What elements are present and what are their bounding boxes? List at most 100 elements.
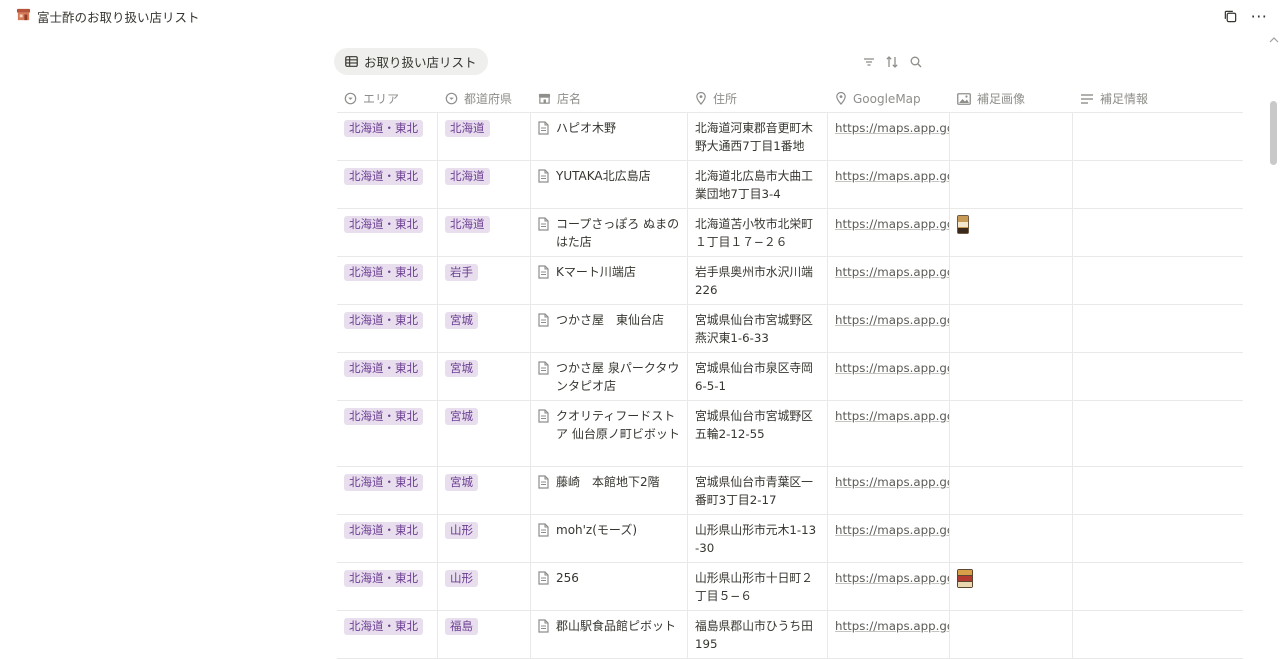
area-cell[interactable]: 北海道・東北 [337,305,438,352]
more-button[interactable]: ··· [1248,5,1270,27]
address-cell[interactable]: 宮城県仙台市宮城野区燕沢東1-6-33 [688,305,828,352]
store-name-cell[interactable]: 郡山駅食品館ピボット [531,611,688,658]
area-cell[interactable]: 北海道・東北 [337,401,438,466]
store-name[interactable]: moh'z(モーズ) [556,522,637,540]
googlemap-cell[interactable]: https://maps.app.goo.gl [828,161,950,208]
googlemap-link[interactable]: https://maps.app.goo.gl [835,312,949,330]
store-name[interactable]: 256 [556,570,579,588]
store-name-cell[interactable]: つかさ屋 東仙台店 [531,305,688,352]
header-image[interactable]: 補足画像 [950,84,1073,113]
googlemap-cell[interactable]: https://maps.app.goo.gl [828,467,950,514]
store-name-cell[interactable]: Kマート川端店 [531,257,688,304]
store-name[interactable]: YUTAKA北広島店 [556,168,651,186]
store-name-cell[interactable]: YUTAKA北広島店 [531,161,688,208]
info-cell[interactable] [1073,305,1243,352]
supplement-image-thumbnail[interactable] [957,569,973,588]
address-cell[interactable]: 北海道苫小牧市北栄町１丁目１７−２６ [688,209,828,256]
googlemap-link[interactable]: https://maps.app.goo.gl [835,618,949,636]
store-name[interactable]: Kマート川端店 [556,264,636,282]
address-cell[interactable]: 宮城県仙台市泉区寺岡6-5-1 [688,353,828,400]
googlemap-link[interactable]: https://maps.app.goo.gl [835,264,949,282]
googlemap-link[interactable]: https://maps.app.goo.gl [835,408,949,426]
store-name-cell[interactable]: moh'z(モーズ) [531,515,688,562]
googlemap-link[interactable]: https://maps.app.goo.gl [835,570,949,588]
address-cell[interactable]: 山形県山形市十日町２丁目５−６ [688,563,828,610]
prefecture-cell[interactable]: 宮城 [438,467,531,514]
supplement-image-thumbnail[interactable] [957,215,969,234]
prefecture-cell[interactable]: 山形 [438,515,531,562]
googlemap-link[interactable]: https://maps.app.goo.gl [835,522,949,540]
image-cell[interactable] [950,353,1073,400]
prefecture-cell[interactable]: 宮城 [438,353,531,400]
prefecture-cell[interactable]: 北海道 [438,113,531,160]
googlemap-cell[interactable]: https://maps.app.goo.gl [828,209,950,256]
table-row[interactable]: 北海道・東北 北海道 コープさっぽろ ぬまのはた店 北海道苫小牧市北栄町１丁目１７−２… [337,209,1243,257]
store-name-cell[interactable]: つかさ屋 泉パークタウンタピオ店 [531,353,688,400]
prefecture-cell[interactable]: 北海道 [438,209,531,256]
info-cell[interactable] [1073,563,1243,610]
image-cell[interactable] [950,305,1073,352]
table-row[interactable]: 北海道・東北 北海道 YUTAKA北広島店 北海道北広島市大曲工業団地7丁目3-4 ht… [337,161,1243,209]
prefecture-cell[interactable]: 北海道 [438,161,531,208]
info-cell[interactable] [1073,515,1243,562]
area-cell[interactable]: 北海道・東北 [337,611,438,658]
info-cell[interactable] [1073,401,1243,466]
table-row[interactable]: 北海道・東北 宮城 藤崎 本館地下2階 宮城県仙台市青葉区一番町3丁目2-17 http… [337,467,1243,515]
image-cell[interactable] [950,467,1073,514]
image-cell[interactable] [950,401,1073,466]
googlemap-link[interactable]: https://maps.app.goo.gl [835,168,949,186]
prefecture-cell[interactable]: 福島 [438,611,531,658]
info-cell[interactable] [1073,611,1243,658]
googlemap-link[interactable]: https://maps.app.goo.gl [835,120,949,138]
info-cell[interactable] [1073,257,1243,304]
area-cell[interactable]: 北海道・東北 [337,113,438,160]
header-area[interactable]: エリア [337,84,438,113]
area-cell[interactable]: 北海道・東北 [337,209,438,256]
googlemap-cell[interactable]: https://maps.app.goo.gl [828,305,950,352]
header-address[interactable]: 住所 [688,84,828,113]
image-cell[interactable] [950,563,1073,610]
googlemap-cell[interactable]: https://maps.app.goo.gl [828,353,950,400]
image-cell[interactable] [950,611,1073,658]
prefecture-cell[interactable]: 岩手 [438,257,531,304]
googlemap-cell[interactable]: https://maps.app.goo.gl [828,515,950,562]
table-row[interactable]: 北海道・東北 北海道 ハピオ木野 北海道河東郡音更町木野大通西7丁目1番地 https:… [337,113,1243,161]
prefecture-cell[interactable]: 宮城 [438,401,531,466]
area-cell[interactable]: 北海道・東北 [337,563,438,610]
googlemap-cell[interactable]: https://maps.app.goo.gl [828,611,950,658]
image-cell[interactable] [950,257,1073,304]
header-prefecture[interactable]: 都道府県 [438,84,531,113]
store-name-cell[interactable]: 藤崎 本館地下2階 [531,467,688,514]
sort-icon[interactable] [885,55,899,69]
googlemap-cell[interactable]: https://maps.app.goo.gl [828,257,950,304]
table-row[interactable]: 北海道・東北 岩手 Kマート川端店 岩手県奥州市水沢川端226 https://maps… [337,257,1243,305]
table-row[interactable]: 北海道・東北 宮城 つかさ屋 泉パークタウンタピオ店 宮城県仙台市泉区寺岡6-5-1 h… [337,353,1243,401]
info-cell[interactable] [1073,353,1243,400]
area-cell[interactable]: 北海道・東北 [337,467,438,514]
prefecture-cell[interactable]: 山形 [438,563,531,610]
googlemap-cell[interactable]: https://maps.app.goo.gl [828,563,950,610]
image-cell[interactable] [950,161,1073,208]
area-cell[interactable]: 北海道・東北 [337,353,438,400]
area-cell[interactable]: 北海道・東北 [337,257,438,304]
table-row[interactable]: 北海道・東北 山形 256 山形県山形市十日町２丁目５−６ https://maps.a… [337,563,1243,611]
image-cell[interactable] [950,515,1073,562]
googlemap-link[interactable]: https://maps.app.goo.gl [835,216,949,234]
header-info[interactable]: 補足情報 [1073,84,1243,113]
store-name-cell[interactable]: クオリティフードストア 仙台原ノ町ビボット [531,401,688,466]
store-name-cell[interactable]: コープさっぽろ ぬまのはた店 [531,209,688,256]
address-cell[interactable]: 山形県山形市元木1-13-30 [688,515,828,562]
image-cell[interactable] [950,209,1073,256]
prefecture-cell[interactable]: 宮城 [438,305,531,352]
store-name-cell[interactable]: ハピオ木野 [531,113,688,160]
info-cell[interactable] [1073,161,1243,208]
address-cell[interactable]: 福島県郡山市ひうち田195 [688,611,828,658]
table-row[interactable]: 北海道・東北 宮城 クオリティフードストア 仙台原ノ町ビボット 宮城県仙台市宮城野区五… [337,401,1243,467]
area-cell[interactable]: 北海道・東北 [337,515,438,562]
store-name[interactable]: つかさ屋 泉パークタウンタピオ店 [556,360,681,395]
store-name[interactable]: つかさ屋 東仙台店 [556,312,664,330]
info-cell[interactable] [1073,467,1243,514]
image-cell[interactable] [950,113,1073,160]
store-name[interactable]: コープさっぽろ ぬまのはた店 [556,216,681,251]
googlemap-link[interactable]: https://maps.app.goo.gl [835,474,949,492]
